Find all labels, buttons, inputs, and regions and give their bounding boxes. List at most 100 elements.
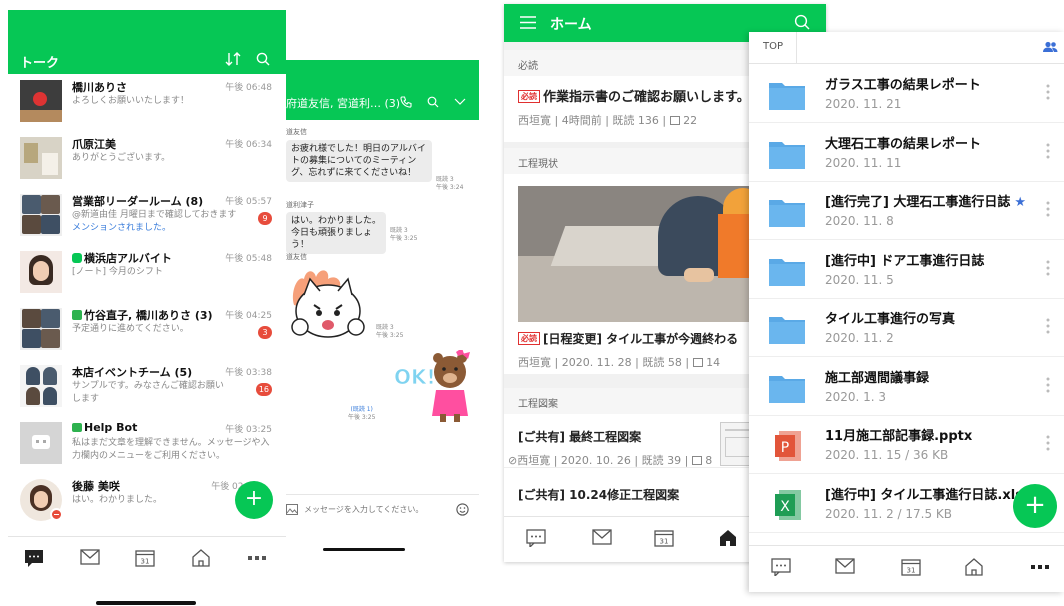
chat-room-header: 府道友信, 宮道利… (3) xyxy=(286,60,479,120)
new-chat-button[interactable]: + xyxy=(235,481,273,519)
post-item[interactable]: [ご共有] 10.24修正工程図案 xyxy=(518,486,679,503)
more-options-icon[interactable] xyxy=(1046,435,1050,451)
calendar-tab-icon[interactable]: 31 xyxy=(654,529,674,547)
file-date: 2020. 11. 21 xyxy=(825,97,902,111)
powerpoint-icon: P xyxy=(769,429,805,463)
svg-text:31: 31 xyxy=(907,567,916,575)
file-date: 2020. 11. 8 xyxy=(825,214,894,228)
mention-text: メンションされました。 xyxy=(72,223,172,233)
star-icon[interactable]: ★ xyxy=(1014,195,1026,210)
folder-list-screen: TOP ガラス工事の結果レポート 2020. 11. 21 大理石工事の結果レポート… xyxy=(749,32,1064,592)
chat-list-item[interactable]: 竹谷直子, 橋川ありさ (3) 午後 04:25 予定通りに進めてください。 3 xyxy=(8,302,286,359)
folder-header: TOP xyxy=(749,32,1064,64)
comment-icon xyxy=(669,116,680,125)
chat-list-item[interactable]: 営業部リーダールーム (8) 午後 05:57 @新道由佳 月曜日まで確認してお… xyxy=(8,188,286,245)
search-icon[interactable] xyxy=(794,14,810,30)
more-options-icon[interactable] xyxy=(1046,84,1050,100)
folder-icon xyxy=(769,314,805,344)
file-list-item[interactable]: 施工部週間議事録 2020. 1. 3 xyxy=(749,357,1064,416)
svg-text:31: 31 xyxy=(141,558,150,566)
home-tab-icon[interactable] xyxy=(718,529,738,547)
excel-icon: X xyxy=(769,488,805,522)
cat-sticker[interactable] xyxy=(288,265,370,343)
home-tab-icon[interactable] xyxy=(191,549,211,567)
chat-list-item[interactable]: 橋川ありさ 午後 06:48 よろしくお願いいたします！ xyxy=(8,74,286,131)
group-avatar xyxy=(20,308,62,350)
must-read-badge: 必読 xyxy=(518,90,540,103)
status-blocked-icon xyxy=(50,508,63,521)
file-date: 2020. 11. 15 / 36 KB xyxy=(825,448,949,462)
message-bubble[interactable]: お疲れ様でした！明日のアルバイトの募集についてのミーティング、忘れずに来てくださ… xyxy=(286,140,432,182)
top-breadcrumb[interactable]: TOP xyxy=(763,41,783,52)
file-list-item[interactable]: [進行中] ドア工事進行日誌 2020. 11. 5 xyxy=(749,240,1064,299)
svg-text:P: P xyxy=(781,440,789,456)
more-options-icon[interactable] xyxy=(1046,318,1050,334)
file-list-item[interactable]: [進行完了] 大理石工事進行日誌 ★ 2020. 11. 8 xyxy=(749,181,1064,240)
talk-list-screen: トーク 橋川ありさ 午後 06:48 よろしくお願いいたします！ 爪原江美 午後… xyxy=(8,10,286,606)
home-title: ホーム xyxy=(550,17,592,33)
must-read-badge: 必読 xyxy=(518,332,540,345)
file-title: [進行中] ドア工事進行日誌 xyxy=(825,253,985,269)
talk-header: トーク xyxy=(8,10,286,74)
avatar xyxy=(20,137,62,179)
calendar-tab-icon[interactable]: 31 xyxy=(135,549,155,567)
menu-icon[interactable] xyxy=(520,16,536,29)
message-sender: 道友信 xyxy=(286,253,307,261)
bottom-tab-bar: 31 xyxy=(749,545,1064,591)
more-options-icon[interactable] xyxy=(1046,260,1050,276)
home-indicator xyxy=(323,548,405,551)
comment-icon xyxy=(692,358,703,367)
file-list-item[interactable]: P 11月施工部記事録.pptx 2020. 11. 15 / 36 KB xyxy=(749,415,1064,474)
call-icon[interactable] xyxy=(400,96,412,108)
sort-icon[interactable] xyxy=(225,52,241,66)
calendar-tab-icon[interactable]: 31 xyxy=(901,558,921,576)
search-icon[interactable] xyxy=(427,96,439,108)
add-file-button[interactable]: + xyxy=(1013,484,1057,528)
mail-tab-icon[interactable] xyxy=(592,529,612,545)
more-options-icon[interactable] xyxy=(1046,143,1050,159)
bear-ok-sticker[interactable]: OK! xyxy=(392,350,476,422)
file-date: 2020. 1. 3 xyxy=(825,389,887,404)
members-icon[interactable] xyxy=(1043,41,1058,53)
talk-tab-icon[interactable] xyxy=(24,549,44,567)
talk-tab-icon[interactable] xyxy=(526,529,546,547)
talk-tab-icon[interactable] xyxy=(771,558,791,576)
search-icon[interactable] xyxy=(256,52,270,66)
file-title: 大理石工事の結果レポート xyxy=(825,136,982,152)
home-tab-icon[interactable] xyxy=(964,558,984,576)
message-bubble[interactable]: はい。わかりました。今日も頑張りましょう！ xyxy=(286,212,386,254)
svg-text:OK!: OK! xyxy=(394,365,436,389)
file-title: 施工部週間議事録 xyxy=(825,370,930,386)
message-input[interactable] xyxy=(304,501,452,517)
file-date: 2020. 11. 2 xyxy=(825,331,894,345)
comment-icon xyxy=(691,456,702,465)
chat-list-item[interactable]: 爪原江美 午後 06:34 ありがとうございます。 xyxy=(8,131,286,188)
chat-list-item[interactable]: 本店イベントチーム (5) 午後 03:38 サンプルです。みなさんご確認お願い… xyxy=(8,359,286,416)
more-options-icon[interactable] xyxy=(1046,201,1050,217)
image-icon[interactable] xyxy=(286,504,298,515)
folder-icon xyxy=(769,373,805,403)
svg-text:X: X xyxy=(780,499,790,515)
post-title: 作業指示書のご確認お願いします。 xyxy=(543,90,750,105)
file-list-item[interactable]: ガラス工事の結果レポート 2020. 11. 21 xyxy=(749,64,1064,123)
home-indicator xyxy=(96,601,196,605)
bottom-tab-bar: 31 xyxy=(8,536,286,582)
chat-list-item[interactable]: Help Bot 午後 03:25 私はまだ文章を理解できません。メッセージや入… xyxy=(8,416,286,473)
mail-tab-icon[interactable] xyxy=(835,558,855,574)
file-title: [進行中] タイル工事進行日誌.xls xyxy=(825,487,1023,503)
more-tab-icon[interactable] xyxy=(1031,564,1049,570)
chevron-down-icon[interactable] xyxy=(454,98,466,106)
more-options-icon[interactable] xyxy=(1046,377,1050,393)
more-tab-icon[interactable] xyxy=(248,555,266,561)
mail-tab-icon[interactable] xyxy=(80,549,100,565)
chat-room-screen: 府道友信, 宮道利… (3) 道友信 お疲れ様でした！明日のアルバイトの募集につ… xyxy=(286,60,479,560)
chat-list-item[interactable]: 横浜店アルバイト 午後 05:48 [ノート] 今月のシフト xyxy=(8,245,286,302)
unread-badge: 3 xyxy=(258,326,272,339)
file-list-item[interactable]: 大理石工事の結果レポート 2020. 11. 11 xyxy=(749,123,1064,182)
message-sender: 道友信 xyxy=(286,128,307,136)
file-list-item[interactable]: タイル工事進行の写真 2020. 11. 2 xyxy=(749,298,1064,357)
unread-badge: 16 xyxy=(255,383,272,396)
file-date: 2020. 11. 2 / 17.5 KB xyxy=(825,506,953,521)
unread-badge: 9 xyxy=(258,212,272,225)
emoji-icon[interactable] xyxy=(456,503,469,516)
